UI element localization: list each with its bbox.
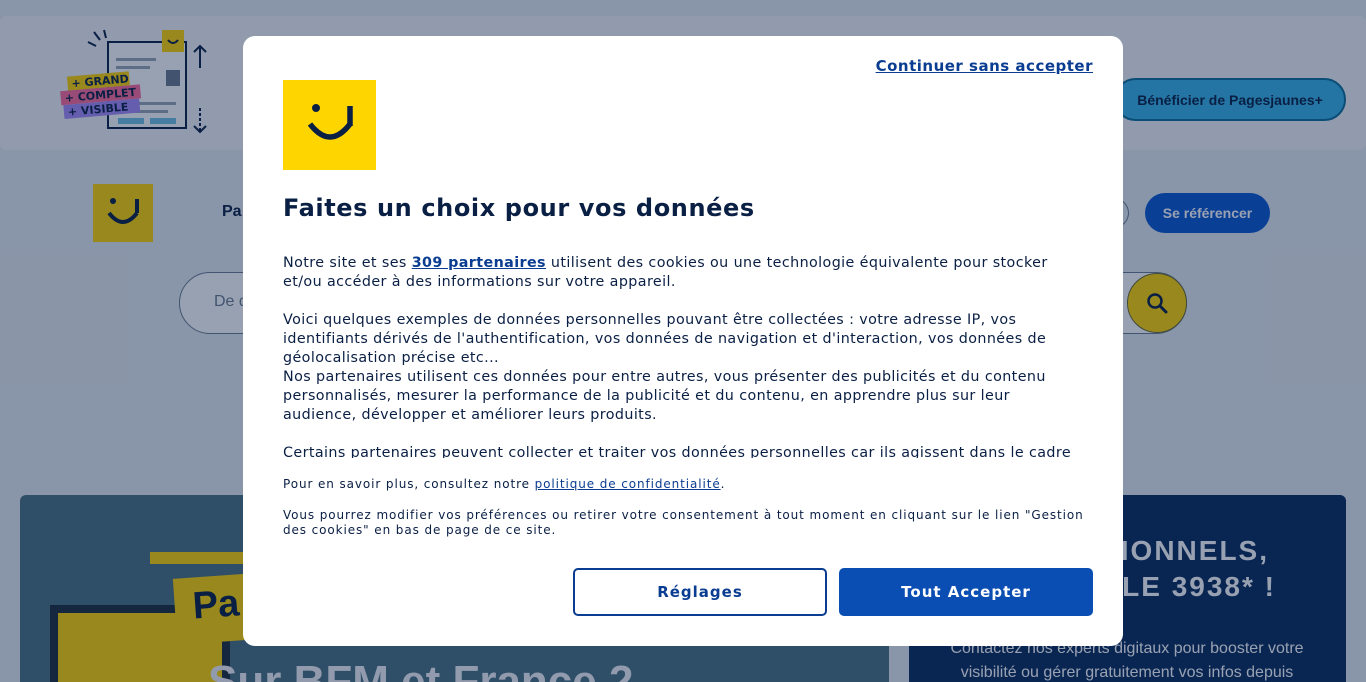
continue-without-accepting-link[interactable]: Continuer sans accepter (876, 57, 1093, 75)
privacy-after: . (720, 477, 726, 491)
privacy-notice: Pour en savoir plus, consultez notre pol… (283, 477, 1095, 492)
privacy-policy-link[interactable]: politique de confidentialité (535, 477, 721, 491)
body-paragraph-2: Voici quelques exemples de données perso… (283, 312, 1047, 366)
modal-logo (283, 80, 376, 170)
accept-all-button[interactable]: Tout Accepter (839, 568, 1093, 616)
modal-title: Faites un choix pour vos données (283, 194, 755, 222)
cookie-consent-modal: Continuer sans accepter Faites un choix … (243, 36, 1123, 646)
body-p1-before: Notre site et ses (283, 255, 412, 271)
privacy-before: Pour en savoir plus, consultez notre (283, 477, 535, 491)
body-paragraph-4: Certains partenaires peuvent collecter e… (283, 445, 1072, 458)
body-paragraph-1: Notre site et ses 309 partenaires utilis… (283, 254, 1083, 292)
consent-note: Vous pourrez modifier vos préférences ou… (283, 508, 1084, 537)
partners-link[interactable]: 309 partenaires (412, 255, 546, 271)
modal-body-scroll[interactable]: Notre site et ses 309 partenaires utilis… (283, 254, 1083, 458)
body-paragraph-3: Nos partenaires utilisent ces données po… (283, 369, 1046, 423)
smile-logo-icon (307, 104, 353, 140)
settings-button[interactable]: Réglages (573, 568, 827, 616)
